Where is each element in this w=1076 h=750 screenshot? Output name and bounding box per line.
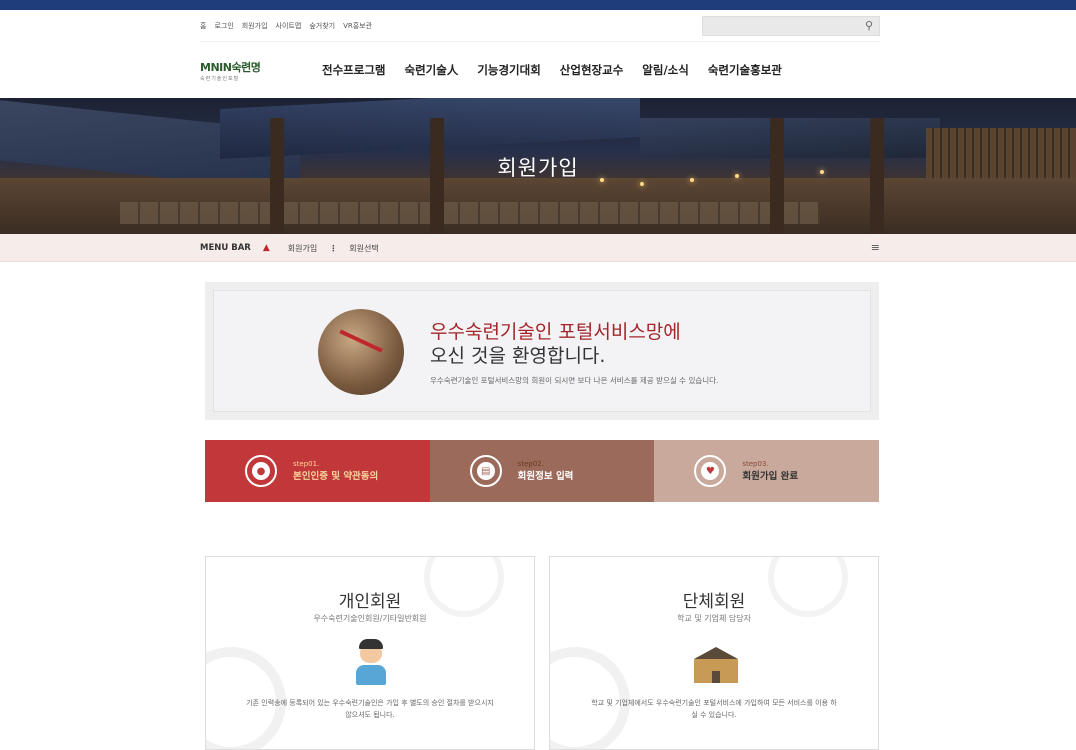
hero-lantern [640, 182, 644, 186]
search-icon[interactable]: ⚲ [865, 19, 873, 32]
card-title: 단체회원 [682, 592, 746, 612]
craft-photo [318, 309, 404, 395]
logo-subtext: 숙련기술인포털 [200, 75, 240, 82]
breadcrumb-separator-icon: ⋮ [329, 243, 338, 253]
nav-item-professor[interactable]: 산업현장교수 [560, 62, 623, 78]
nav-item-skilled-people[interactable]: 숙련기술人 [404, 62, 458, 78]
welcome-heading-line2: 오신 것을 환영합니다. [430, 345, 606, 367]
step-2: ▤ step02. 회원정보 입력 [429, 440, 655, 502]
site-logo[interactable]: MNIN숙련명 숙련기술인포털 [200, 59, 284, 82]
location-bar: MENU BAR ▲ 회원가입 ⋮ 회원선택 ≡ [0, 234, 1076, 262]
menu-bar-label: MENU BAR [200, 243, 251, 253]
step-icon-ring: ♥ [694, 455, 727, 487]
step-label: 회원정보 입력 [517, 471, 574, 482]
signup-steps: ● step01. 본인인증 및 약관동의 ▤ step02. 회원정보 입력 … [205, 440, 880, 502]
breadcrumb-item[interactable]: 회원가입 [288, 243, 317, 254]
hamburger-menu-icon[interactable]: ≡ [871, 241, 880, 254]
step-number: step01. [293, 460, 320, 468]
step-text: step02. 회원정보 입력 [518, 460, 574, 482]
main-navigation: MNIN숙련명 숙련기술인포털 전수프로그램 숙련기술人 기능경기대회 산업현장… [200, 42, 880, 98]
util-link-join[interactable]: 회원가입 [242, 21, 268, 31]
step-label: 회원가입 완료 [742, 471, 799, 482]
util-link-sitemap[interactable]: 사이트맵 [276, 21, 302, 31]
hero-banner: 회원가입 [0, 98, 1076, 234]
step-icon-ring: ● [245, 455, 277, 487]
step-3: ♥ step03. 회원가입 완료 [654, 440, 880, 502]
document-icon: ▤ [476, 462, 495, 480]
util-link-home[interactable]: 홈 [200, 21, 206, 31]
user-icon: ● [252, 462, 270, 480]
top-accent-bar [0, 0, 1076, 10]
welcome-heading-line1: 우수숙련기술인 포털서비스망에 [430, 321, 681, 343]
welcome-description: 우수숙련기술인 포털서비스망의 회원이 되시면 보다 나은 서비스를 제공 받으… [430, 376, 719, 385]
card-description: 학교 및 기업체에서도 우수숙련기술인 포털서비스에 가입하여 모든 서비스를 … [591, 699, 837, 719]
card-title: 개인회원 [338, 592, 402, 612]
welcome-inner: 우수숙련기술인 포털서비스망에 오신 것을 환영합니다. 우수숙련기술인 포털서… [213, 290, 871, 412]
individual-member-card[interactable]: 개인회원 우수숙련기술인회원/기타일반회원 기존 인력송에 등록되어 있는 우수… [205, 556, 535, 750]
step-icon-ring: ▤ [469, 455, 502, 487]
step-1: ● step01. 본인인증 및 약관동의 [205, 440, 430, 502]
breadcrumb-item[interactable]: 회원선택 [349, 243, 378, 254]
person-icon [356, 639, 386, 687]
search-input[interactable]: ⚲ [702, 16, 880, 36]
hero-wall-tiles [120, 202, 820, 224]
breadcrumb: MENU BAR ▲ 회원가입 ⋮ 회원선택 ≡ [200, 234, 880, 262]
card-subtitle: 우수숙련기술인회원/기타일반회원 [313, 614, 427, 623]
nav-item-competition[interactable]: 기능경기대회 [477, 62, 540, 78]
step-text: step03. 회원가입 완료 [742, 460, 798, 482]
nav-menu: 전수프로그램 숙련기술人 기능경기대회 산업현장교수 알림/소식 숙련기술홍보관 [322, 62, 801, 78]
nav-item-promotion[interactable]: 숙련기술홍보관 [708, 62, 782, 78]
heart-icon: ♥ [701, 462, 720, 480]
welcome-box: 우수숙련기술인 포털서비스망에 오신 것을 환영합니다. 우수숙련기술인 포털서… [205, 282, 879, 420]
nav-item-programs[interactable]: 전수프로그램 [322, 62, 385, 78]
header: 홈 로그인 회원가입 사이트맵 숲거찾기 VR홍보관 ⚲ MNIN숙련명 숙련기… [200, 10, 880, 98]
util-link-login[interactable]: 로그인 [214, 21, 233, 31]
util-link-vr[interactable]: VR홍보관 [343, 21, 372, 31]
page-title: 회원가입 [497, 156, 579, 180]
organization-member-card[interactable]: 단체회원 학교 및 기업체 담당자 학교 및 기업체에서도 우수숙련기술인 포털… [549, 556, 879, 750]
step-number: step02. [517, 460, 544, 468]
step-number: step03. [742, 460, 769, 468]
building-icon [694, 647, 738, 685]
step-text: step01. 본인인증 및 약관동의 [293, 460, 378, 482]
card-description: 기존 인력송에 등록되어 있는 우수숙련기술인은 가입 후 별도의 승인 절차를… [246, 699, 494, 719]
logo-text: MNIN숙련명 [200, 60, 261, 74]
card-subtitle: 학교 및 기업체 담당자 [677, 614, 751, 623]
step-label: 본인인증 및 약관동의 [293, 471, 379, 482]
home-icon[interactable]: ▲ [263, 243, 270, 253]
util-link-favorites[interactable]: 숲거찾기 [309, 21, 335, 31]
nav-item-news[interactable]: 알림/소식 [642, 62, 689, 78]
